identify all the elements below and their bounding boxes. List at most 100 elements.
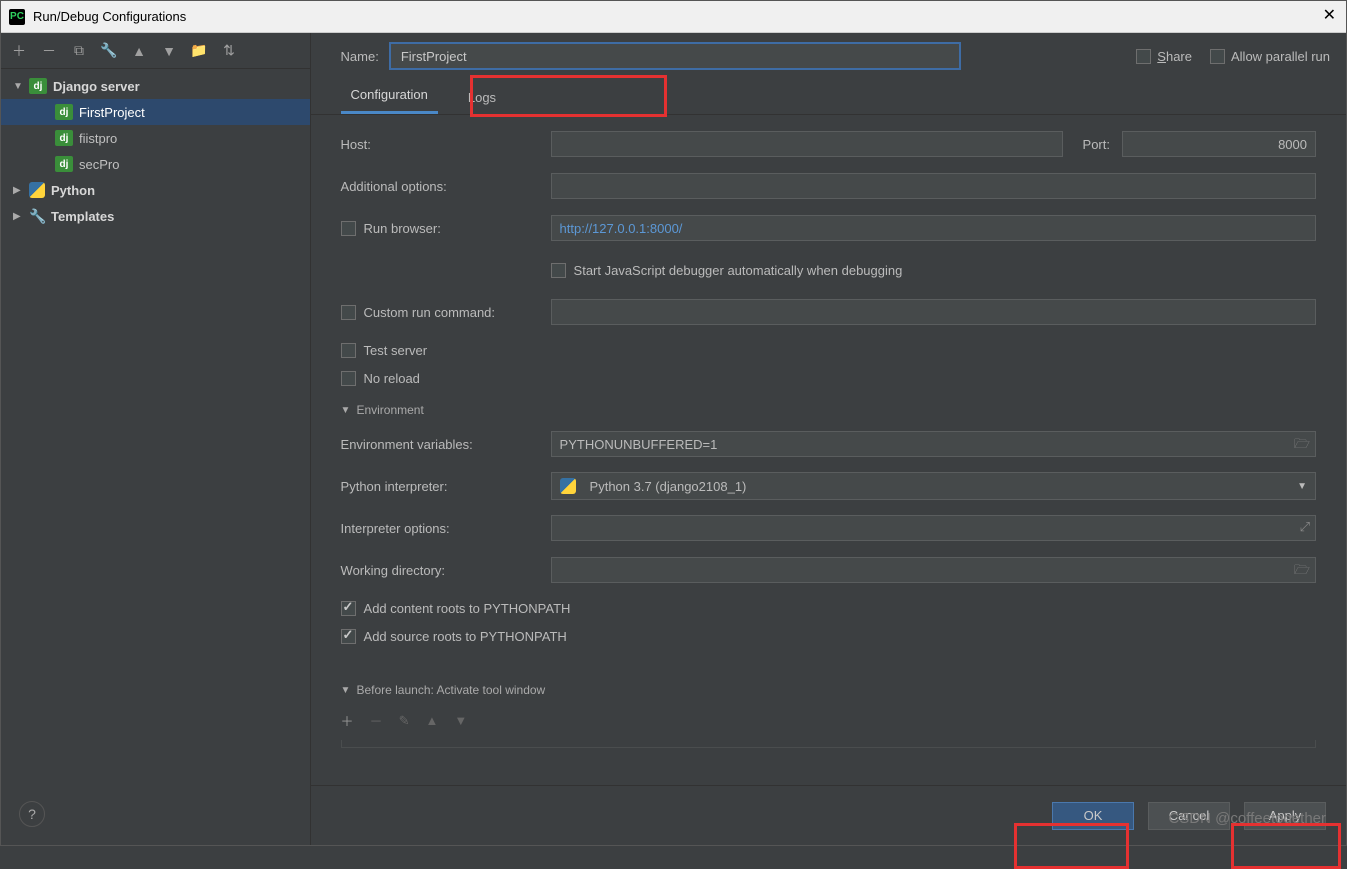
add-content-roots-checkbox-row[interactable]: Add content roots to PYTHONPATH [341, 601, 571, 616]
python-icon [560, 478, 576, 494]
workdir-label: Working directory: [341, 563, 539, 578]
add-source-roots-checkbox[interactable] [341, 629, 356, 644]
allow-parallel-label: Allow parallel run [1231, 49, 1330, 64]
interpreter-value: Python 3.7 (django2108_1) [590, 479, 747, 494]
left-panel: ＋ － ⧉ 🔧 ▲ ▼ 📁 ⇅ ▼ dj Django server dj Fi… [1, 33, 311, 845]
before-launch-toolbar: ＋ － ✎ ▲ ▼ [341, 707, 1316, 734]
splitter-handle-icon[interactable]: ⋮⋮ [311, 455, 313, 469]
host-row: Host: Port: [341, 127, 1316, 161]
dialog-footer: OK Cancel Apply [311, 785, 1346, 845]
tree-node-python[interactable]: ▶ Python [1, 177, 310, 203]
name-row: Name: SSharehare Allow parallel run [311, 33, 1346, 79]
name-label: Name: [341, 49, 379, 64]
interpreter-select[interactable]: Python 3.7 (django2108_1) ▼ [551, 472, 1316, 500]
add-content-roots-label: Add content roots to PYTHONPATH [364, 601, 571, 616]
tab-bar: Configuration Logs [311, 79, 1346, 115]
remove-config-icon[interactable]: － [41, 43, 57, 59]
no-reload-checkbox[interactable] [341, 371, 356, 386]
interpreter-opts-input[interactable] [551, 515, 1316, 541]
wrench-icon[interactable]: 🔧 [101, 43, 117, 59]
django-icon: dj [55, 104, 73, 120]
sort-icon[interactable]: ⇅ [221, 43, 237, 59]
expand-arrow-icon: ▶ [13, 185, 25, 196]
environment-section-header[interactable]: ▼ Environment [341, 403, 1316, 417]
copy-config-icon[interactable]: ⧉ [71, 43, 87, 59]
workdir-input[interactable] [551, 557, 1316, 583]
tree-item-fiistpro[interactable]: dj fiistpro [1, 125, 310, 151]
add-task-icon[interactable]: ＋ [341, 711, 354, 730]
close-icon[interactable]: ✕ [1323, 5, 1336, 25]
custom-run-checkbox-row[interactable]: Custom run command: [341, 305, 539, 320]
env-vars-label: Environment variables: [341, 437, 539, 452]
left-toolbar: ＋ － ⧉ 🔧 ▲ ▼ 📁 ⇅ [1, 33, 310, 69]
tree-node-templates[interactable]: ▶ 🔧 Templates [1, 203, 310, 229]
add-source-roots-checkbox-row[interactable]: Add source roots to PYTHONPATH [341, 629, 567, 644]
allow-parallel-checkbox[interactable] [1210, 49, 1225, 64]
run-browser-url-input[interactable] [551, 215, 1316, 241]
titlebar: PC Run/Debug Configurations ✕ [1, 1, 1346, 33]
addl-options-input[interactable] [551, 173, 1316, 199]
tree-node-label: Python [51, 183, 95, 198]
jsdebug-checkbox[interactable] [551, 263, 566, 278]
test-server-checkbox-row[interactable]: Test server [341, 343, 428, 358]
before-launch-header[interactable]: ▼ Before launch: Activate tool window [341, 683, 1316, 697]
folder-icon[interactable]: 📁 [191, 43, 207, 59]
no-reload-checkbox-row[interactable]: No reload [341, 371, 420, 386]
edit-task-icon[interactable]: ✎ [399, 713, 410, 729]
tab-logs[interactable]: Logs [458, 82, 506, 114]
host-label: Host: [341, 137, 539, 152]
custom-run-input[interactable] [551, 299, 1316, 325]
tab-configuration[interactable]: Configuration [341, 79, 438, 114]
ok-button[interactable]: OK [1052, 802, 1134, 830]
run-browser-checkbox-row[interactable]: Run browser: [341, 221, 539, 236]
right-panel: Name: SSharehare Allow parallel run Conf… [311, 33, 1346, 845]
jsdebug-checkbox-row[interactable]: Start JavaScript debugger automatically … [551, 263, 903, 278]
jsdebug-row: Start JavaScript debugger automatically … [341, 253, 1316, 287]
add-content-roots-checkbox[interactable] [341, 601, 356, 616]
addl-options-row: Additional options: [341, 169, 1316, 203]
apply-button[interactable]: Apply [1244, 802, 1326, 830]
interpreter-label: Python interpreter: [341, 479, 539, 494]
test-server-checkbox[interactable] [341, 343, 356, 358]
share-checkbox[interactable] [1136, 49, 1151, 64]
custom-run-label: Custom run command: [364, 305, 496, 320]
interpreter-opts-label: Interpreter options: [341, 521, 539, 536]
allow-parallel-row[interactable]: Allow parallel run [1210, 49, 1330, 64]
cancel-button[interactable]: Cancel [1148, 802, 1230, 830]
window-title: Run/Debug Configurations [33, 9, 186, 24]
collapse-arrow-icon: ▼ [341, 405, 351, 416]
wrench-icon: 🔧 [29, 208, 45, 224]
tree-item-secpro[interactable]: dj secPro [1, 151, 310, 177]
custom-run-checkbox[interactable] [341, 305, 356, 320]
test-server-row: Test server [341, 337, 1316, 363]
run-browser-row: Run browser: [341, 211, 1316, 245]
env-vars-input[interactable] [551, 431, 1316, 457]
django-icon: dj [55, 130, 73, 146]
tree-node-label: Django server [53, 79, 140, 94]
add-config-icon[interactable]: ＋ [11, 43, 27, 59]
no-reload-label: No reload [364, 371, 420, 386]
host-input[interactable] [551, 131, 1063, 157]
top-right-checks: SSharehare Allow parallel run [1136, 49, 1330, 64]
share-checkbox-row[interactable]: SSharehare [1136, 49, 1192, 64]
move-up-icon[interactable]: ▲ [131, 43, 147, 59]
port-input[interactable] [1122, 131, 1316, 157]
move-down-icon[interactable]: ▼ [161, 43, 177, 59]
add-content-roots-row: Add content roots to PYTHONPATH [341, 595, 1316, 621]
add-source-roots-label: Add source roots to PYTHONPATH [364, 629, 567, 644]
browse-folder-icon[interactable]: 🗁 [1294, 435, 1310, 457]
help-button[interactable]: ? [19, 801, 45, 827]
browse-folder-icon[interactable]: 🗁 [1294, 561, 1310, 583]
config-name-input[interactable] [389, 42, 961, 70]
run-browser-checkbox[interactable] [341, 221, 356, 236]
custom-run-row: Custom run command: [341, 295, 1316, 329]
move-up-icon[interactable]: ▲ [425, 713, 438, 728]
config-tree: ▼ dj Django server dj FirstProject dj fi… [1, 69, 310, 845]
test-server-label: Test server [364, 343, 428, 358]
scrollbar[interactable] [1334, 129, 1344, 809]
expand-icon[interactable]: ⤢ [1300, 519, 1310, 535]
tree-item-firstproject[interactable]: dj FirstProject [1, 99, 310, 125]
remove-task-icon[interactable]: － [370, 711, 383, 730]
tree-node-django-server[interactable]: ▼ dj Django server [1, 73, 310, 99]
move-down-icon[interactable]: ▼ [454, 713, 467, 728]
